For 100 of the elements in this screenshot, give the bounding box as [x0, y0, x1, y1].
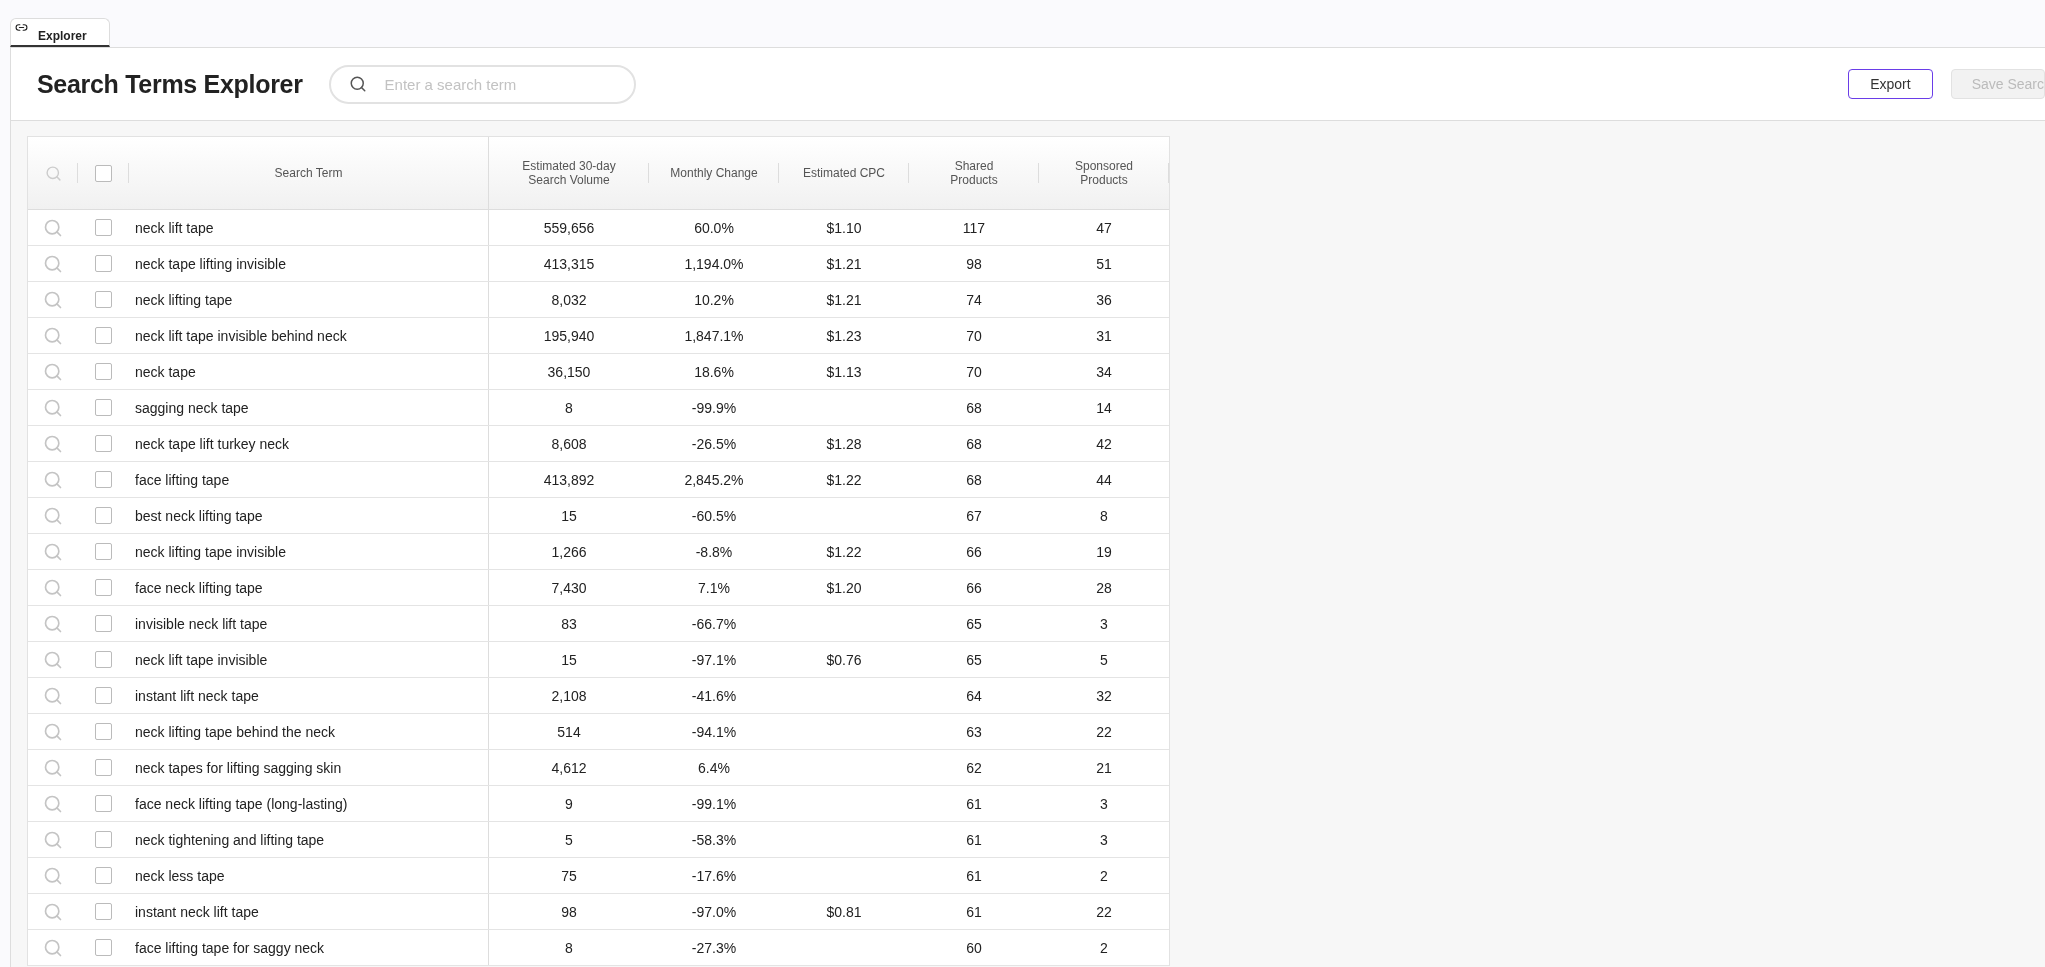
table-cell: 65 [966, 615, 982, 632]
search-icon[interactable] [43, 829, 63, 850]
table-cell: -97.0% [691, 903, 737, 920]
table-cell: 98 [966, 255, 982, 272]
select-all-checkbox[interactable] [95, 164, 112, 182]
search-icon [44, 164, 62, 182]
search-icon [348, 75, 367, 93]
table-cell: 117 [962, 219, 986, 236]
table-cell: 3 [1100, 615, 1108, 632]
search-icon[interactable] [43, 757, 63, 778]
table-cell: $1.20 [826, 579, 862, 596]
search-icon[interactable] [43, 541, 63, 562]
row-checkbox[interactable] [95, 867, 112, 884]
table-cell: neck less tape [135, 867, 225, 884]
column-header[interactable]: Estimated CPC [803, 166, 885, 180]
table-cell: neck lifting tape [135, 291, 233, 308]
table-cell: 61 [966, 903, 982, 920]
row-checkbox[interactable] [95, 219, 112, 236]
row-checkbox[interactable] [95, 723, 112, 740]
table-cell: 60 [966, 939, 982, 956]
row-checkbox[interactable] [95, 687, 112, 704]
page-title: Search Terms Explorer [37, 69, 303, 99]
row-checkbox[interactable] [95, 327, 112, 344]
search-icon[interactable] [43, 685, 63, 706]
table-cell: 6.4% [698, 759, 730, 776]
table-cell: 70 [966, 363, 982, 380]
row-checkbox[interactable] [95, 759, 112, 776]
table-cell: -60.5% [691, 507, 737, 524]
row-checkbox[interactable] [95, 651, 112, 668]
table-cell: 5 [565, 831, 573, 848]
search-icon[interactable] [43, 937, 63, 958]
table-cell: -26.5% [691, 435, 737, 452]
table-cell: face lifting tape [135, 471, 230, 488]
search-icon[interactable] [43, 217, 63, 238]
table-cell: $1.21 [826, 255, 862, 272]
search-icon[interactable] [43, 505, 63, 526]
search-icon[interactable] [43, 649, 63, 670]
table-cell: invisible neck lift tape [135, 615, 268, 632]
search-icon[interactable] [43, 469, 63, 490]
table-cell: $1.13 [826, 363, 862, 380]
table-cell: neck lift tape [135, 219, 214, 236]
table-cell: 413,892 [543, 471, 595, 488]
search-icon[interactable] [43, 253, 63, 274]
export-button[interactable]: Export [1848, 69, 1933, 99]
table-cell: 7.1% [698, 579, 730, 596]
table-cell: -58.3% [691, 831, 737, 848]
table-cell: -97.1% [691, 651, 737, 668]
row-checkbox[interactable] [95, 435, 112, 452]
row-checkbox[interactable] [95, 579, 112, 596]
search-icon[interactable] [43, 325, 63, 346]
row-checkbox[interactable] [95, 903, 112, 920]
explorer-tab[interactable]: Explorer [10, 18, 110, 47]
search-icon[interactable] [43, 577, 63, 598]
row-checkbox[interactable] [95, 399, 112, 416]
row-checkbox[interactable] [95, 939, 112, 956]
search-icon[interactable] [43, 361, 63, 382]
column-header[interactable]: Shared Products [939, 159, 1009, 187]
table-cell: 22 [1096, 903, 1112, 920]
table-cell: 5 [1100, 651, 1108, 668]
table-cell: face neck lifting tape (long-lasting) [135, 795, 348, 812]
row-checkbox[interactable] [95, 291, 112, 308]
search-icon[interactable] [43, 613, 63, 634]
table-cell: sagging neck tape [135, 399, 249, 416]
row-checkbox[interactable] [95, 543, 112, 560]
table-cell: 1,194.0% [684, 255, 744, 272]
row-checkbox[interactable] [95, 363, 112, 380]
table-cell: $1.23 [826, 327, 862, 344]
table-cell: 67 [966, 507, 982, 524]
table-cell: $1.22 [826, 471, 862, 488]
table-cell: neck tape lift turkey neck [135, 435, 290, 452]
row-checkbox[interactable] [95, 615, 112, 632]
table-cell: -94.1% [691, 723, 737, 740]
search-icon[interactable] [43, 793, 63, 814]
column-header[interactable]: Search Term [274, 166, 343, 180]
search-icon[interactable] [43, 901, 63, 922]
table-cell: 28 [1096, 579, 1112, 596]
table-cell: 32 [1096, 687, 1112, 704]
row-checkbox[interactable] [95, 795, 112, 812]
search-box[interactable]: Enter a search term [328, 64, 636, 104]
column-header[interactable]: Monthly Change [670, 166, 758, 180]
search-icon[interactable] [43, 433, 63, 454]
table-cell: instant neck lift tape [135, 903, 259, 920]
table-cell: 74 [966, 291, 982, 308]
search-icon[interactable] [43, 721, 63, 742]
row-checkbox[interactable] [95, 471, 112, 488]
row-checkbox[interactable] [95, 255, 112, 272]
column-header[interactable]: Estimated 30-day Search Volume [514, 159, 624, 187]
search-icon[interactable] [43, 289, 63, 310]
table-cell: 7,430 [551, 579, 587, 596]
search-icon[interactable] [43, 865, 63, 886]
table-cell: 61 [966, 831, 982, 848]
column-header[interactable]: Sponsored Products [1069, 159, 1139, 187]
search-icon[interactable] [43, 397, 63, 418]
row-checkbox[interactable] [95, 507, 112, 524]
table-cell: neck tapes for lifting sagging skin [135, 759, 342, 776]
table-cell: -27.3% [691, 939, 737, 956]
table-cell: face neck lifting tape [135, 579, 263, 596]
table-cell: 3 [1100, 795, 1108, 812]
row-checkbox[interactable] [95, 831, 112, 848]
table-cell: 21 [1096, 759, 1112, 776]
